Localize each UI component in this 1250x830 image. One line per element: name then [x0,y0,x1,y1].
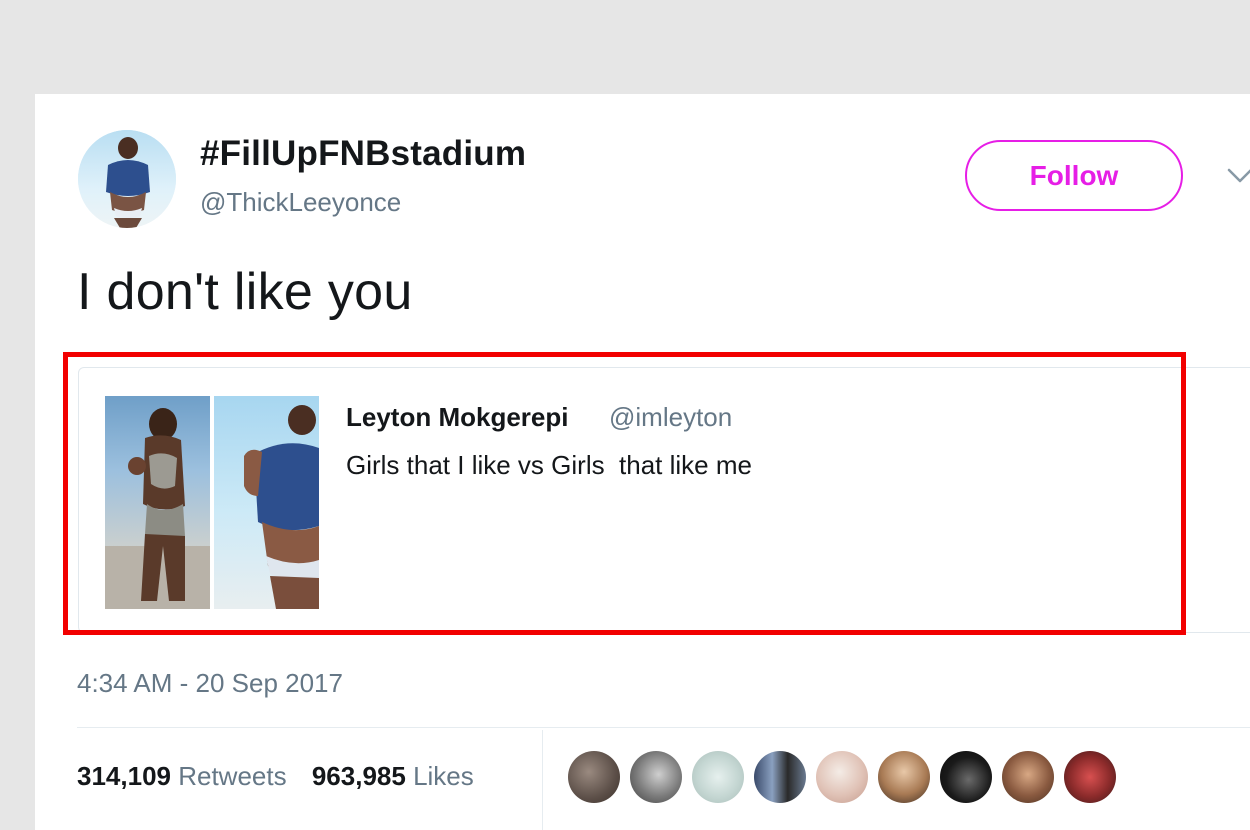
retweets-label: Retweets [178,761,287,791]
liker-avatar[interactable] [878,751,930,803]
quoted-tweet-media[interactable] [105,396,320,609]
liker-avatar[interactable] [568,751,620,803]
chevron-down-icon[interactable] [1225,160,1250,190]
quoted-tweet[interactable]: Leyton Mokgerepi @imleyton Girls that I … [78,367,1250,633]
quoted-author-handle[interactable]: @imleyton [609,402,732,433]
likes-count: 963,985 [311,761,406,791]
liker-avatar[interactable] [940,751,992,803]
quoted-author-name[interactable]: Leyton Mokgerepi [346,402,568,433]
divider [77,727,1250,728]
tweet-card: #FillUpFNBstadium @ThickLeeyonce Follow … [35,94,1250,830]
stats-separator [542,730,543,830]
liker-avatar[interactable] [692,751,744,803]
quoted-image-left[interactable] [105,396,210,609]
quoted-image-right[interactable] [214,396,319,609]
liker-avatar[interactable] [1064,751,1116,803]
liker-avatar[interactable] [754,751,806,803]
liker-avatar[interactable] [1002,751,1054,803]
likes-stat[interactable]: 963,985 Likes [312,761,474,792]
retweets-count: 314,109 [77,761,171,791]
author-avatar[interactable] [78,130,176,228]
tweet-stats: 314,109 Retweets 963,985 Likes [77,761,492,792]
retweets-stat[interactable]: 314,109 Retweets [77,761,287,792]
quoted-tweet-text: Girls that I like vs Girls that like me [346,450,752,480]
liker-avatar[interactable] [816,751,868,803]
liker-avatar[interactable] [630,751,682,803]
author-handle[interactable]: @ThickLeeyonce [200,187,401,218]
follow-button[interactable]: Follow [965,140,1183,211]
tweet-text: I don't like you [77,263,413,321]
tweet-timestamp[interactable]: 4:34 AM - 20 Sep 2017 [77,668,343,699]
author-display-name[interactable]: #FillUpFNBstadium [200,134,526,174]
likes-label: Likes [413,761,474,791]
liker-avatars [568,751,1116,803]
